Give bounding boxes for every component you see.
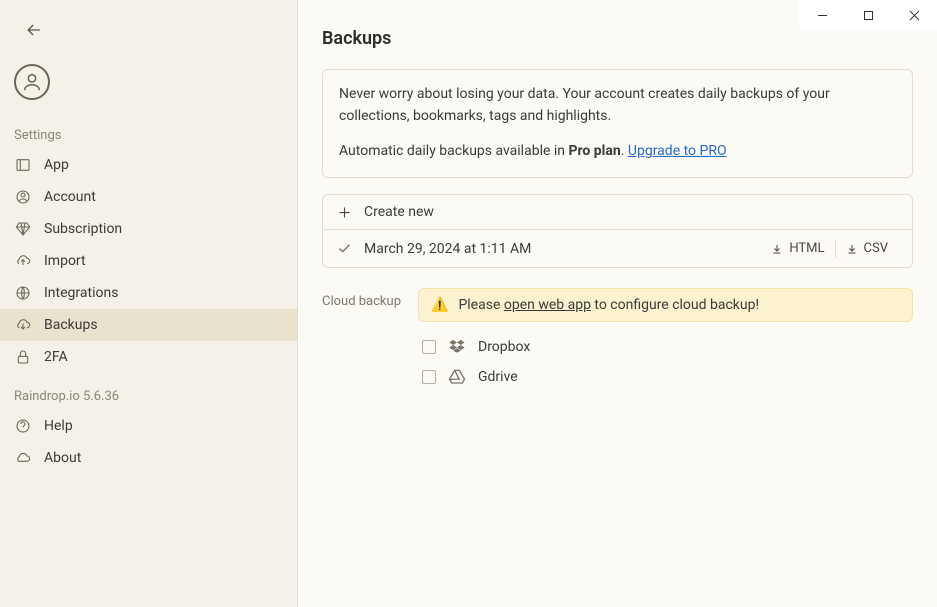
service-label: Dropbox — [478, 339, 530, 355]
download-csv-button[interactable]: CSV — [835, 239, 898, 258]
lock-icon — [14, 348, 32, 366]
window-controls — [799, 0, 937, 30]
main-content: Backups Never worry about losing your da… — [298, 0, 937, 607]
globe-icon — [14, 284, 32, 302]
dropbox-checkbox[interactable] — [422, 340, 436, 354]
settings-section-label: Settings — [0, 112, 297, 149]
create-new-label: Create new — [364, 204, 434, 220]
backup-date: March 29, 2024 at 1:11 AM — [364, 241, 531, 257]
avatar[interactable] — [14, 64, 50, 100]
sidebar-item-integrations[interactable]: Integrations — [0, 277, 297, 309]
sidebar-item-2fa[interactable]: 2FA — [0, 341, 297, 373]
minimize-icon — [817, 10, 828, 21]
warning-box: ⚠️ Please open web app to configure clou… — [418, 288, 913, 322]
gdrive-icon — [448, 368, 466, 386]
sidebar: Settings App Account Subscription Import… — [0, 0, 298, 607]
sidebar-item-label: App — [44, 157, 69, 173]
app-icon — [14, 156, 32, 174]
minimize-button[interactable] — [799, 0, 845, 30]
page-title: Backups — [322, 28, 913, 49]
maximize-button[interactable] — [845, 0, 891, 30]
sidebar-item-account[interactable]: Account — [0, 181, 297, 213]
info-text-1: Never worry about losing your data. Your… — [339, 84, 896, 127]
sidebar-item-label: Account — [44, 189, 96, 205]
sidebar-item-label: Help — [44, 418, 73, 434]
cloud-backup-section: Cloud backup ⚠️ Please open web app to c… — [322, 288, 913, 392]
sidebar-item-about[interactable]: About — [0, 442, 297, 474]
version-section-label: Raindrop.io 5.6.36 — [0, 373, 297, 410]
user-icon — [21, 71, 43, 93]
download-icon — [771, 243, 783, 255]
sidebar-item-label: Import — [44, 253, 86, 269]
dropbox-icon — [448, 338, 466, 356]
sidebar-item-label: Subscription — [44, 221, 122, 237]
cloud-service-gdrive[interactable]: Gdrive — [418, 362, 913, 392]
upgrade-link[interactable]: Upgrade to PRO — [628, 143, 727, 159]
close-button[interactable] — [891, 0, 937, 30]
download-icon — [846, 243, 858, 255]
diamond-icon — [14, 220, 32, 238]
open-web-app-link[interactable]: open web app — [504, 297, 591, 313]
backup-row: March 29, 2024 at 1:11 AM HTML CSV — [323, 230, 912, 267]
cloud-icon — [14, 449, 32, 467]
sidebar-item-help[interactable]: Help — [0, 410, 297, 442]
gdrive-checkbox[interactable] — [422, 370, 436, 384]
backups-list: Create new March 29, 2024 at 1:11 AM HTM… — [322, 194, 913, 268]
cloud-download-icon — [14, 316, 32, 334]
account-icon — [14, 188, 32, 206]
create-new-row[interactable]: Create new — [323, 195, 912, 230]
sidebar-item-backups[interactable]: Backups — [0, 309, 297, 341]
info-text-2: Automatic daily backups available in Pro… — [339, 141, 896, 163]
plus-icon — [337, 205, 352, 220]
sidebar-item-label: 2FA — [44, 349, 68, 365]
sidebar-item-label: Integrations — [44, 285, 118, 301]
sidebar-item-label: Backups — [44, 317, 98, 333]
warning-icon: ⚠️ — [431, 297, 448, 313]
back-button[interactable] — [22, 18, 46, 42]
check-icon — [337, 241, 352, 256]
info-box: Never worry about losing your data. Your… — [322, 69, 913, 178]
cloud-backup-label: Cloud backup — [322, 288, 402, 392]
cloud-upload-icon — [14, 252, 32, 270]
arrow-left-icon — [24, 20, 44, 40]
sidebar-item-import[interactable]: Import — [0, 245, 297, 277]
cloud-service-dropbox[interactable]: Dropbox — [418, 332, 913, 362]
download-html-button[interactable]: HTML — [761, 239, 834, 258]
maximize-icon — [863, 10, 874, 21]
help-icon — [14, 417, 32, 435]
sidebar-item-label: About — [44, 450, 81, 466]
service-label: Gdrive — [478, 369, 518, 385]
sidebar-item-subscription[interactable]: Subscription — [0, 213, 297, 245]
close-icon — [909, 10, 920, 21]
sidebar-item-app[interactable]: App — [0, 149, 297, 181]
